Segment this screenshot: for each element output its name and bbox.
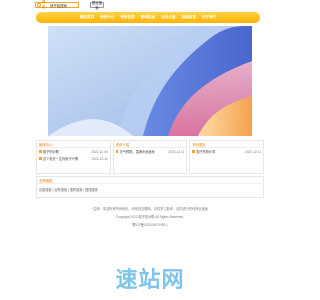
list-item[interactable]: 这个老天一生你就不兴啊 2022-12-11 bbox=[37, 155, 110, 162]
panel-title: 资讯图片 bbox=[190, 141, 264, 148]
list-item[interactable]: 帽子的快乐事 2022-12-11 bbox=[190, 148, 263, 155]
friend-links: 友情链接 百度搜索 | 谷歌搜索 | 搜狗搜索 | 搜搜搜索 bbox=[36, 176, 264, 198]
nav-item-info-center[interactable]: 资讯中心 bbox=[100, 15, 114, 20]
footer-icp[interactable]: 蜀ICP备2022034700号-1 bbox=[0, 221, 300, 229]
search-button[interactable]: 提交搜索 bbox=[90, 1, 104, 10]
site-watermark-logo: 速站网 bbox=[115, 267, 185, 292]
search-icon bbox=[37, 3, 41, 7]
abstract-wallpaper-image bbox=[48, 26, 252, 136]
nav-item-announcements[interactable]: 企业公告 bbox=[161, 15, 175, 20]
nav-item-hot-news[interactable]: 新闻热点 bbox=[141, 15, 155, 20]
links-list[interactable]: 百度搜索 | 谷歌搜索 | 搜狗搜索 | 搜搜搜索 bbox=[37, 184, 263, 195]
panel-title: 新闻中心 bbox=[37, 141, 110, 148]
bullet-icon bbox=[192, 150, 195, 153]
panel-news-center: 新闻中心 帽子的对联 2022-12-06 这个老天一生你就不兴啊 2022-1… bbox=[36, 140, 111, 174]
main-nav: 网站首页 资讯中心 你所在的 新闻热点 企业公告 经典名言 关于我们 bbox=[36, 12, 260, 23]
nav-item-quotes[interactable]: 经典名言 bbox=[182, 15, 196, 20]
list-item[interactable]: 帽子的对联 2022-12-06 bbox=[37, 148, 110, 155]
bullet-icon bbox=[39, 150, 42, 153]
list-item-date: 2022-12-11 bbox=[244, 149, 262, 154]
list-item-title[interactable]: 这个老天一生你就不兴啊 bbox=[43, 156, 78, 161]
list-item-date: 2022-12-11 bbox=[168, 149, 185, 154]
bullet-icon bbox=[115, 150, 119, 153]
list-item-date: 2022-12-06 bbox=[91, 149, 108, 154]
nav-item-where[interactable]: 你所在的 bbox=[120, 15, 134, 20]
panel-info-intro: 资讯介绍 天气预报，雪满天地我地 2022-12-11 bbox=[112, 140, 188, 174]
list-item[interactable]: 天气预报，雪满天地我地 2022-12-11 bbox=[114, 148, 187, 155]
search-input[interactable] bbox=[50, 2, 78, 8]
list-item-title[interactable]: 天气预报，雪满天地我地 bbox=[120, 149, 155, 154]
nav-item-about[interactable]: 关于我们 bbox=[202, 15, 216, 20]
list-item-title[interactable]: 帽子的快乐事 bbox=[196, 149, 215, 154]
list-item-date: 2022-12-11 bbox=[91, 156, 108, 161]
footer-copyright: Copyright 2022 帽子的对联 All Rights Reserved… bbox=[115, 215, 185, 219]
hero-banner bbox=[48, 26, 252, 136]
top-bar: 搜索 提交搜索 bbox=[0, 0, 300, 10]
footer: *注明：本站所有所有资讯，均来自互联网，仅供学习参考，请勿进行任何商业用途 Co… bbox=[0, 205, 300, 229]
search-box: 搜索 bbox=[35, 0, 79, 9]
panel-info-images: 资讯图片 帽子的快乐事 2022-12-11 bbox=[189, 140, 265, 174]
search-label: 搜索 bbox=[41, 0, 46, 9]
content-panels: 新闻中心 帽子的对联 2022-12-06 这个老天一生你就不兴啊 2022-1… bbox=[36, 140, 265, 174]
list-item-title[interactable]: 帽子的对联 bbox=[43, 149, 59, 154]
footer-notice: *注明：本站所有所有资讯，均来自互联网，仅供学习参考，请勿进行任何商业用途 bbox=[92, 207, 208, 211]
panel-title: 资讯介绍 bbox=[113, 141, 187, 148]
links-title: 友情链接 bbox=[37, 177, 263, 184]
bullet-icon bbox=[39, 157, 42, 160]
nav-item-home[interactable]: 网站首页 bbox=[80, 15, 94, 20]
